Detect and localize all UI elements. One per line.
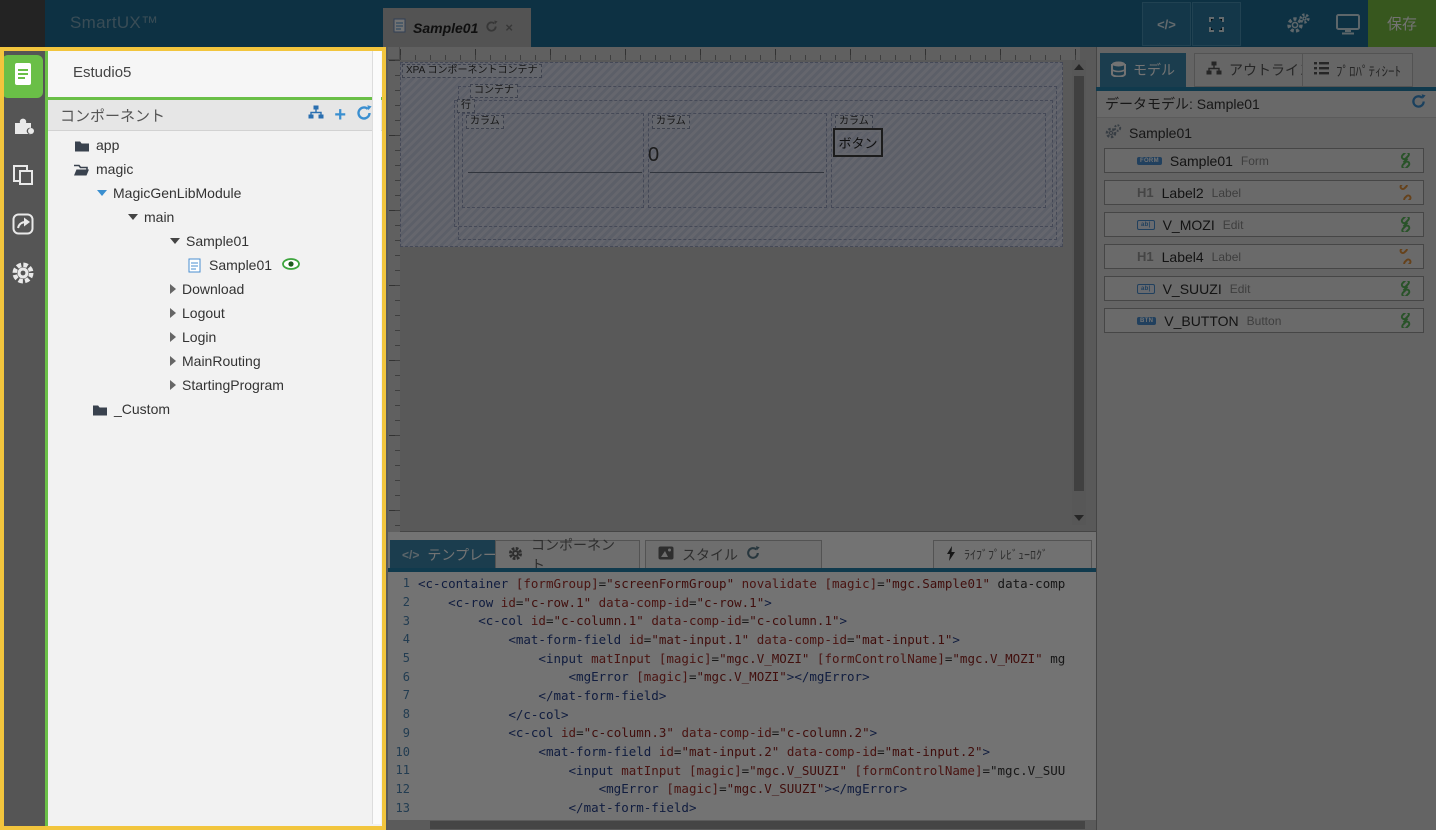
component-section-header: コンポーネント + — [48, 100, 386, 131]
puzzle-icon — [11, 115, 35, 142]
tree-item-startingprogram[interactable]: StartingProgram — [48, 373, 372, 397]
sidebar-item-plugins[interactable] — [0, 111, 45, 145]
collapse-arrow-icon[interactable] — [97, 190, 107, 196]
copy-pages-icon — [12, 164, 34, 191]
folder-icon — [73, 139, 90, 152]
tree-item-label: Sample01 — [186, 233, 250, 249]
tree-item-sample01[interactable]: Sample01 — [48, 253, 372, 277]
tree-item-label: StartingProgram — [182, 377, 284, 393]
component-tree: app magic MagicGenLibModule main Sample01 Sam… — [48, 133, 372, 824]
dim-overlay-top — [0, 0, 1436, 47]
expand-arrow-icon[interactable] — [170, 332, 176, 342]
preview-eye-icon[interactable] — [282, 257, 300, 273]
tree-item-label: magic — [96, 161, 134, 177]
tree-item-main[interactable]: main — [48, 205, 372, 229]
tree-item-label: Sample01 — [209, 257, 273, 273]
folder-open-icon — [73, 163, 90, 176]
tree-item-label: main — [144, 209, 175, 225]
expand-arrow-icon[interactable] — [170, 308, 176, 318]
tree-item-magicgenlibmodule[interactable]: MagicGenLibModule — [48, 181, 372, 205]
tree-item-mainrouting[interactable]: MainRouting — [48, 349, 372, 373]
left-panel-scrollbar[interactable] — [372, 47, 381, 824]
tree-item-download[interactable]: Download — [48, 277, 372, 301]
tree-item-sample01[interactable]: Sample01 — [48, 229, 372, 253]
tree-item-label: Login — [182, 329, 217, 345]
expand-arrow-icon[interactable] — [170, 356, 176, 366]
tree-item-label: Download — [182, 281, 245, 297]
tree-item-app[interactable]: app — [48, 133, 372, 157]
sidebar-item-settings[interactable] — [0, 258, 45, 292]
icon-sidebar — [0, 47, 45, 830]
tree-item-_custom[interactable]: _Custom — [48, 397, 372, 421]
component-section-title: コンポーネント — [60, 107, 166, 125]
gear-icon — [11, 261, 35, 290]
sidebar-item-documents[interactable] — [2, 55, 43, 98]
sitemap-icon[interactable] — [308, 105, 324, 125]
dim-overlay-main — [386, 47, 1436, 830]
add-component-icon[interactable]: + — [334, 105, 346, 125]
share-arrow-icon — [12, 213, 34, 240]
tree-item-magic[interactable]: magic — [48, 157, 372, 181]
expand-arrow-icon[interactable] — [170, 284, 176, 294]
collapse-arrow-icon[interactable] — [170, 238, 180, 244]
document-icon — [186, 258, 203, 273]
tree-item-label: _Custom — [114, 401, 171, 417]
tree-item-label: app — [96, 137, 120, 153]
tree-item-label: Logout — [182, 305, 225, 321]
sidebar-item-copies[interactable] — [0, 160, 45, 194]
project-title: Estudio5 — [48, 47, 386, 97]
refresh-icon[interactable] — [356, 104, 372, 126]
tree-item-login[interactable]: Login — [48, 325, 372, 349]
sidebar-item-share[interactable] — [0, 209, 45, 243]
tree-item-label: MagicGenLibModule — [113, 185, 242, 201]
expand-arrow-icon[interactable] — [170, 380, 176, 390]
collapse-arrow-icon[interactable] — [128, 214, 138, 220]
document-icon — [13, 62, 33, 91]
smartux-designer-window: SmartUX™ Sample01 × </> 保存 Estudio5 — [0, 0, 1436, 830]
tree-item-label: MainRouting — [182, 353, 261, 369]
folder-icon — [91, 403, 108, 416]
tree-item-logout[interactable]: Logout — [48, 301, 372, 325]
